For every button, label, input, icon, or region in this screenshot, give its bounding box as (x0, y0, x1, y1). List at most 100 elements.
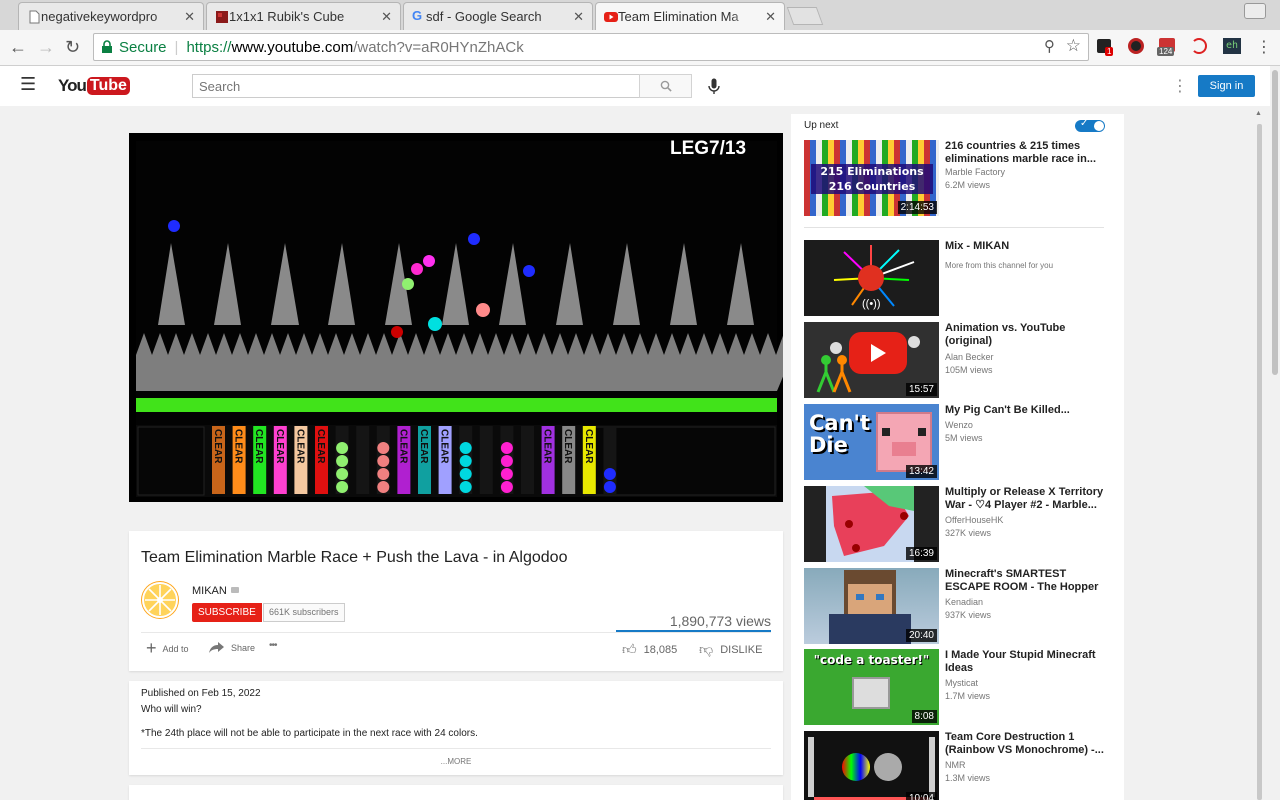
video-title: I Made Your Stupid Minecraft Ideas (945, 649, 1096, 674)
scrollbar-thumb[interactable] (1272, 70, 1278, 375)
new-tab-button[interactable] (786, 7, 824, 25)
dislike-button[interactable]: 👎︎ DISLIKE (699, 641, 762, 658)
dislike-label: DISLIKE (720, 643, 763, 656)
clear-label: CLEAR (542, 429, 553, 464)
close-icon[interactable]: ✕ (765, 9, 776, 25)
more-options-icon[interactable]: ⋮ (1172, 76, 1188, 96)
channel-name[interactable]: MIKAN (192, 585, 227, 597)
channel-avatar[interactable] (141, 581, 179, 619)
clear-label: CLEAR (418, 429, 429, 464)
leg-counter: LEG7/13 (670, 138, 746, 159)
video-title: Multiply or Release X Territory War - ♡4… (945, 486, 1104, 511)
video-duration: 15:57 (905, 383, 937, 396)
view-count: 1.7M views (945, 691, 991, 701)
chrome-menu-icon[interactable]: ⋮ (1256, 37, 1272, 57)
tube-marble (500, 455, 513, 467)
show-more-button[interactable]: ...MORE (129, 757, 783, 766)
recommendation-item[interactable]: 215 Eliminations 216 Countries 2:14:53 2… (804, 140, 1114, 216)
tube (479, 426, 493, 494)
up-next-sidebar: Up next ✓ 215 Eliminations 216 Countries… (791, 114, 1124, 800)
description-line: *The 24th place will not be able to part… (141, 728, 478, 739)
channel-name: Alan Becker (945, 352, 994, 362)
search-button[interactable] (639, 74, 692, 98)
video-duration: 13:42 (905, 465, 937, 478)
channel-name: OfferHouseHK (945, 515, 1004, 525)
forward-arrow-icon[interactable]: → (37, 37, 55, 58)
divider (141, 632, 771, 633)
page-scrollbar[interactable] (1270, 66, 1280, 800)
share-arrow-icon (209, 642, 224, 653)
share-button[interactable]: Share (209, 641, 255, 654)
video-duration: 8:08 (911, 710, 937, 723)
video-title: Team Elimination Marble Race + Push the … (141, 549, 568, 566)
youtube-logo[interactable]: You Tube (58, 74, 130, 98)
recommendation-item[interactable]: 10:04 Team Core Destruction 1 (Rainbow V… (804, 731, 1114, 800)
video-frame: LEG7/13 CLEAR CLEAR CLEAR CLEAR CLEAR CLEAR CL… (129, 133, 792, 502)
more-actions-icon[interactable]: ••• (269, 640, 277, 651)
clear-label: CLEAR (583, 429, 594, 464)
extension-icon[interactable] (1191, 38, 1207, 54)
zoom-icon[interactable]: ⚲ (1044, 37, 1055, 55)
search-input[interactable] (192, 74, 640, 98)
comments-card (129, 785, 783, 800)
video-duration: 2:14:53 (897, 201, 937, 214)
close-icon[interactable]: ✕ (573, 9, 584, 25)
document-icon (29, 10, 40, 24)
hamburger-menu-icon[interactable]: ☰ (20, 74, 36, 95)
add-to-button[interactable]: + Add to (146, 638, 189, 659)
tube-marble (336, 481, 349, 493)
sidebar-scrollbar[interactable]: ▲ (1255, 110, 1265, 800)
autoplay-toggle[interactable]: ✓ (1075, 118, 1105, 132)
tube-marble (459, 455, 472, 467)
extension-eh-icon[interactable]: eh (1223, 38, 1241, 54)
bookmark-star-icon[interactable]: ☆ (1066, 36, 1081, 56)
back-arrow-icon[interactable]: ← (9, 37, 27, 58)
channel-name: Wenzo (945, 420, 973, 430)
browser-toolbar: ← → ↻ Secure | https:// www.youtube.com … (0, 30, 1280, 66)
close-icon[interactable]: ✕ (381, 9, 392, 25)
video-title: Team Core Destruction 1 (Rainbow VS Mono… (945, 731, 1104, 756)
thumbs-up-icon: 👍︎ (622, 641, 637, 657)
microphone-icon[interactable] (708, 78, 720, 95)
up-next-label: Up next (804, 120, 839, 131)
checkmark-icon: ✓ (1080, 118, 1089, 129)
profile-icon[interactable] (1244, 3, 1266, 19)
tube-marble (500, 468, 513, 480)
recommendation-item[interactable]: 15:57 Animation vs. YouTube (original) A… (804, 322, 1114, 398)
extension-icon[interactable]: 1 (1097, 39, 1114, 56)
recommendation-item[interactable]: ((•)) Mix - MIKAN More from this channel… (804, 240, 1114, 316)
extension-icon[interactable]: 124 (1157, 38, 1175, 56)
browser-tab-2[interactable]: 1x1x1 Rubik's Cube ✕ (206, 2, 401, 30)
scroll-up-arrow-icon[interactable]: ▲ (1255, 110, 1262, 117)
video-duration: 16:39 (905, 547, 937, 560)
like-count: 18,085 (643, 643, 678, 656)
clear-label: CLEAR (274, 429, 285, 464)
video-title: Animation vs. YouTube (original) (945, 322, 1066, 347)
tube-marble (336, 442, 349, 454)
browser-tab-3[interactable]: G sdf - Google Search ✕ (403, 2, 593, 30)
extension-record-icon[interactable] (1128, 38, 1144, 54)
scrollbar-thumb[interactable] (1257, 124, 1262, 800)
channel-name: Mysticat (945, 678, 979, 688)
recommendation-item[interactable]: Can't Die 13:42 My Pig Can't Be Killed..… (804, 404, 1114, 480)
like-button[interactable]: 👍︎ 18,085 (622, 641, 677, 658)
tube-marble (603, 468, 616, 480)
browser-tab-1[interactable]: negativekeywordpro ✕ (18, 2, 204, 30)
recommendation-item[interactable]: 20:40 Minecraft's SMARTEST ESCAPE ROOM -… (804, 568, 1114, 644)
subscribe-button[interactable]: SUBSCRIBE (192, 603, 262, 622)
browser-tab-4[interactable]: Team Elimination Ma ✕ (595, 2, 785, 30)
video-player[interactable]: LEG7/13 CLEAR CLEAR CLEAR CLEAR CLEAR CLEAR CL… (129, 133, 792, 502)
recommendation-item[interactable]: 16:39 Multiply or Release X Territory Wa… (804, 486, 1114, 562)
clear-label: CLEAR (294, 429, 305, 464)
tab-title: negativekeywordpro (41, 9, 158, 24)
pig-face (876, 412, 932, 472)
close-icon[interactable]: ✕ (184, 9, 195, 25)
reload-icon[interactable]: ↻ (65, 37, 80, 58)
thumb-text: Can't Die (809, 411, 871, 457)
video-duration: 10:04 (905, 792, 937, 800)
sign-in-button[interactable]: Sign in (1198, 75, 1255, 97)
share-label: Share (231, 642, 256, 653)
tube (521, 426, 534, 494)
recommendation-item[interactable]: "code a toaster!" 8:08 I Made Your Stupi… (804, 649, 1114, 725)
address-bar[interactable]: Secure | https:// www.youtube.com /watch… (93, 33, 1089, 61)
